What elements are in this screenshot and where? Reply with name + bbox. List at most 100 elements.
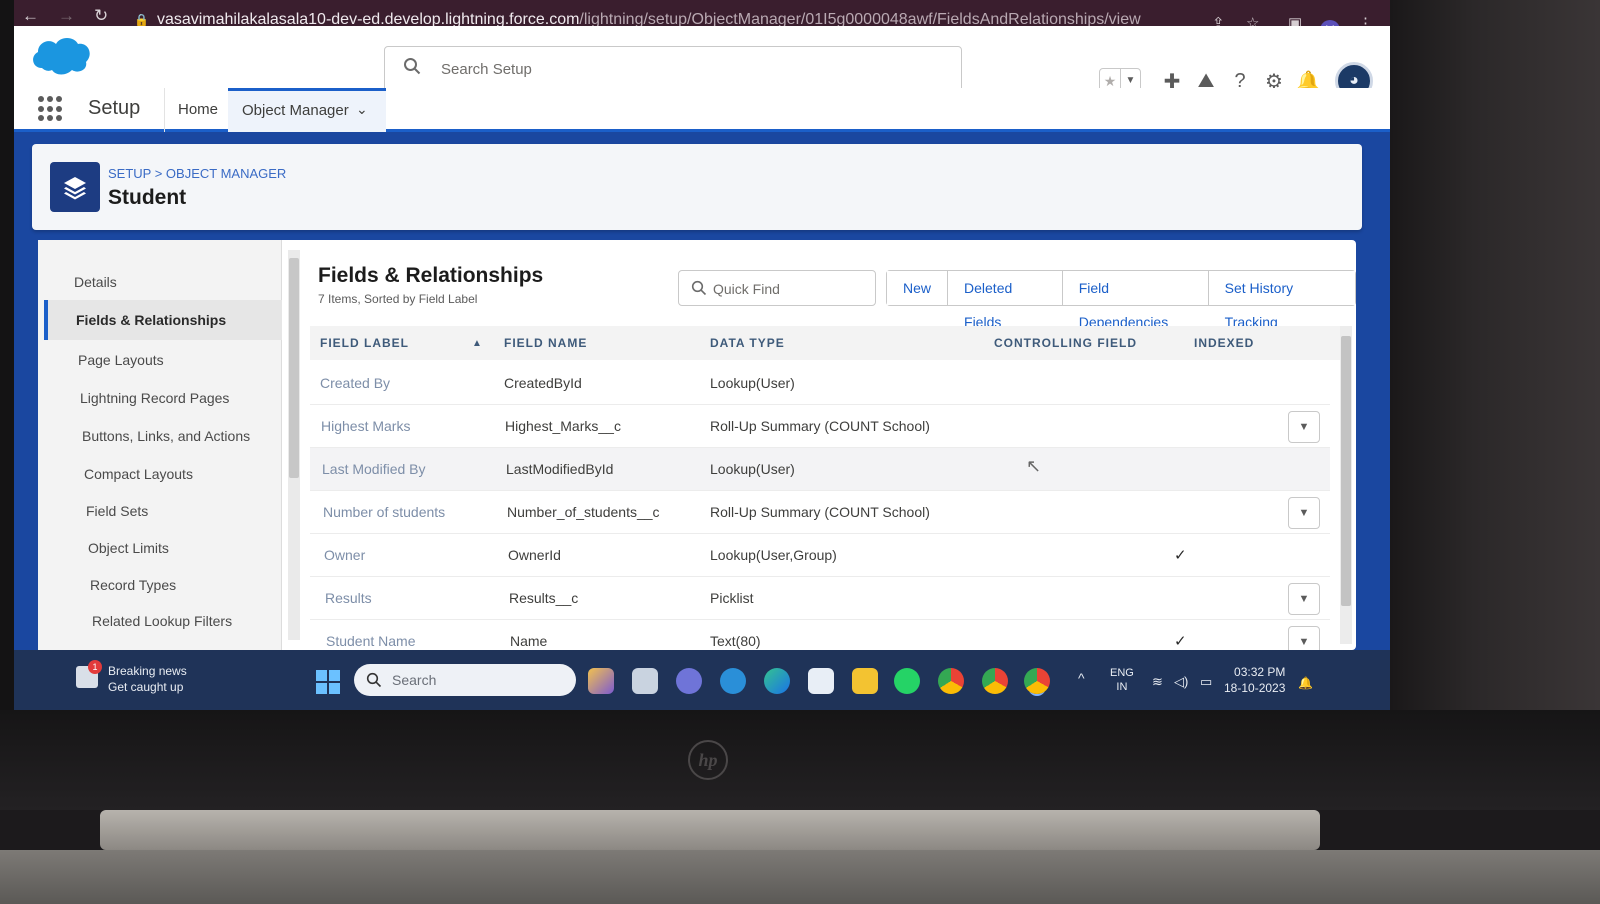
field-api-name: CreatedById bbox=[504, 375, 582, 391]
section-title: Fields & Relationships bbox=[318, 264, 544, 287]
row-actions-dropdown-icon[interactable]: ▼ bbox=[1288, 411, 1320, 443]
language-region: IN bbox=[1116, 681, 1128, 693]
laptop-base bbox=[0, 850, 1600, 904]
field-label-link[interactable]: Highest Marks bbox=[321, 418, 410, 434]
sidebar-item-field-sets[interactable]: Field Sets bbox=[86, 503, 148, 519]
news-title: Breaking news bbox=[108, 664, 187, 678]
tab-object-manager-label: Object Manager bbox=[242, 102, 349, 119]
table-scroll-thumb[interactable] bbox=[1341, 336, 1351, 606]
fields-table: FIELD LABEL ▲ FIELD NAME DATA TYPE CONTR… bbox=[310, 326, 1356, 663]
object-layers-icon bbox=[50, 162, 100, 212]
table-row[interactable]: Results Results__c Picklist ▼ bbox=[310, 577, 1330, 620]
table-row[interactable]: Created By CreatedById Lookup(User) bbox=[310, 362, 1330, 405]
sidebar-scroll-thumb[interactable] bbox=[289, 258, 299, 478]
copilot-app-icon[interactable] bbox=[720, 668, 746, 694]
global-header: Search Setup ★ ▼ ✚ ⛰ ? ⚙ 🔔 ◕ bbox=[14, 26, 1390, 100]
back-icon[interactable]: ← bbox=[22, 6, 39, 26]
chrome-profile-icon[interactable] bbox=[982, 668, 1008, 694]
table-row[interactable]: Highest Marks Highest_Marks__c Roll-Up Sum… bbox=[310, 405, 1330, 448]
deleted-fields-button[interactable]: Deleted Fields bbox=[947, 271, 1062, 330]
field-dependencies-button[interactable]: Field Dependencies bbox=[1061, 271, 1208, 330]
forward-icon[interactable]: → bbox=[58, 6, 75, 26]
search-icon bbox=[404, 58, 421, 75]
field-api-name: Highest_Marks__c bbox=[505, 418, 621, 434]
field-label-link[interactable]: Owner bbox=[324, 547, 365, 563]
table-scrollbar[interactable] bbox=[1340, 326, 1352, 644]
notification-center-icon[interactable]: 🔔 bbox=[1298, 676, 1313, 690]
table-row[interactable]: Owner OwnerId Lookup(User,Group) ✓ bbox=[310, 534, 1330, 577]
row-actions-dropdown-icon[interactable]: ▼ bbox=[1288, 583, 1320, 615]
sidebar-item-compact-layouts[interactable]: Compact Layouts bbox=[84, 466, 193, 482]
laptop-bezel-left bbox=[0, 0, 14, 720]
sidebar-item-page-layouts[interactable]: Page Layouts bbox=[78, 352, 164, 368]
column-header-indexed[interactable]: INDEXED bbox=[1194, 336, 1254, 350]
section-subtitle: 7 Items, Sorted by Field Label bbox=[318, 292, 478, 306]
indexed-check-icon: ✓ bbox=[1174, 547, 1187, 564]
column-header-field-label[interactable]: FIELD LABEL bbox=[320, 336, 409, 350]
volume-icon[interactable]: ◁) bbox=[1174, 674, 1188, 690]
mouse-cursor-icon: ↖ bbox=[1026, 456, 1042, 476]
microsoft-store-icon[interactable] bbox=[808, 668, 834, 694]
sidebar-item-record-types[interactable]: Record Types bbox=[90, 577, 176, 593]
field-data-type: Text(80) bbox=[710, 633, 761, 649]
table-row[interactable]: Last Modified By LastModifiedById Lookup(U… bbox=[310, 448, 1330, 491]
news-badge: 1 bbox=[88, 660, 102, 674]
windows-start-icon[interactable] bbox=[316, 670, 340, 694]
language-indicator[interactable]: ENG IN bbox=[1110, 666, 1134, 694]
set-history-tracking-button[interactable]: Set History Tracking bbox=[1207, 271, 1355, 330]
chevron-down-icon[interactable]: ⌄ bbox=[356, 101, 368, 118]
sidebar-item-buttons-links-actions[interactable]: Buttons, Links, and Actions bbox=[82, 428, 250, 444]
sidebar-item-object-limits[interactable]: Object Limits bbox=[88, 540, 169, 556]
taskbar-search[interactable]: Search bbox=[354, 664, 576, 696]
new-button[interactable]: New bbox=[887, 271, 948, 305]
setup-search[interactable]: Search Setup bbox=[384, 46, 962, 92]
sidebar-scrollbar[interactable] bbox=[288, 250, 300, 640]
field-label-link[interactable]: Results bbox=[325, 590, 372, 606]
sidebar-item-lightning-record-pages[interactable]: Lightning Record Pages bbox=[80, 390, 229, 406]
laptop-hinge bbox=[100, 810, 1320, 850]
column-header-field-name[interactable]: FIELD NAME bbox=[504, 336, 587, 350]
clock-time: 03:32 PM bbox=[1234, 665, 1286, 679]
hp-logo: hp bbox=[688, 740, 728, 780]
task-view-icon[interactable] bbox=[632, 668, 658, 694]
app-launcher-icon[interactable] bbox=[38, 96, 64, 122]
sidebar-item-details[interactable]: Details bbox=[74, 274, 117, 290]
tray-overflow-icon[interactable]: ^ bbox=[1078, 670, 1085, 686]
battery-icon[interactable]: ▭ bbox=[1200, 674, 1212, 690]
quick-find-input[interactable]: Quick Find bbox=[678, 270, 876, 306]
reload-icon[interactable]: ↻ bbox=[94, 6, 108, 26]
field-label-link[interactable]: Created By bbox=[320, 375, 390, 391]
column-header-controlling-field[interactable]: CONTROLLING FIELD bbox=[994, 336, 1137, 350]
laptop-chin bbox=[0, 710, 1600, 810]
tab-home[interactable]: Home bbox=[178, 101, 218, 118]
salesforce-logo[interactable] bbox=[28, 34, 92, 78]
clock-date: 18-10-2023 bbox=[1224, 681, 1286, 695]
sidebar-item-fields-relationships[interactable]: Fields & Relationships bbox=[44, 300, 282, 340]
chrome-active-icon[interactable] bbox=[1024, 668, 1050, 694]
field-label-link[interactable]: Number of students bbox=[323, 504, 445, 520]
row-actions-dropdown-icon[interactable]: ▼ bbox=[1288, 497, 1320, 529]
wifi-icon[interactable]: ≋ bbox=[1152, 674, 1163, 690]
tab-object-manager[interactable]: Object Manager ⌄ bbox=[228, 88, 386, 132]
file-explorer-icon[interactable] bbox=[852, 668, 878, 694]
field-label-link[interactable]: Last Modified By bbox=[322, 461, 426, 477]
whatsapp-icon[interactable] bbox=[894, 668, 920, 694]
laptop-screen: ← → ↻ 🔒 vasavimahilakalasala10-dev-ed.dev… bbox=[14, 0, 1390, 710]
quick-find-placeholder: Quick Find bbox=[713, 281, 780, 297]
breadcrumb[interactable]: SETUP > OBJECT MANAGER bbox=[108, 166, 286, 181]
edge-browser-icon[interactable] bbox=[764, 668, 790, 694]
object-sidebar: Details Fields & Relationships Page Layo… bbox=[38, 240, 282, 650]
field-label-link[interactable]: Student Name bbox=[326, 633, 416, 649]
search-icon bbox=[366, 672, 382, 688]
system-clock[interactable]: 03:32 PM 18-10-2023 bbox=[1224, 664, 1285, 696]
background-right bbox=[1390, 0, 1600, 720]
table-row[interactable]: Number of students Number_of_students__c R… bbox=[310, 491, 1330, 534]
sort-ascending-icon[interactable]: ▲ bbox=[472, 338, 483, 349]
chrome-icon[interactable] bbox=[938, 668, 964, 694]
windows-taskbar: 1 Breaking news Get caught up Search ^ E… bbox=[14, 650, 1390, 710]
sidebar-item-related-lookup-filters[interactable]: Related Lookup Filters bbox=[92, 613, 232, 629]
widgets-app-icon[interactable] bbox=[588, 668, 614, 694]
chat-app-icon[interactable] bbox=[676, 668, 702, 694]
column-header-data-type[interactable]: DATA TYPE bbox=[710, 336, 785, 350]
app-name: Setup bbox=[88, 97, 141, 119]
